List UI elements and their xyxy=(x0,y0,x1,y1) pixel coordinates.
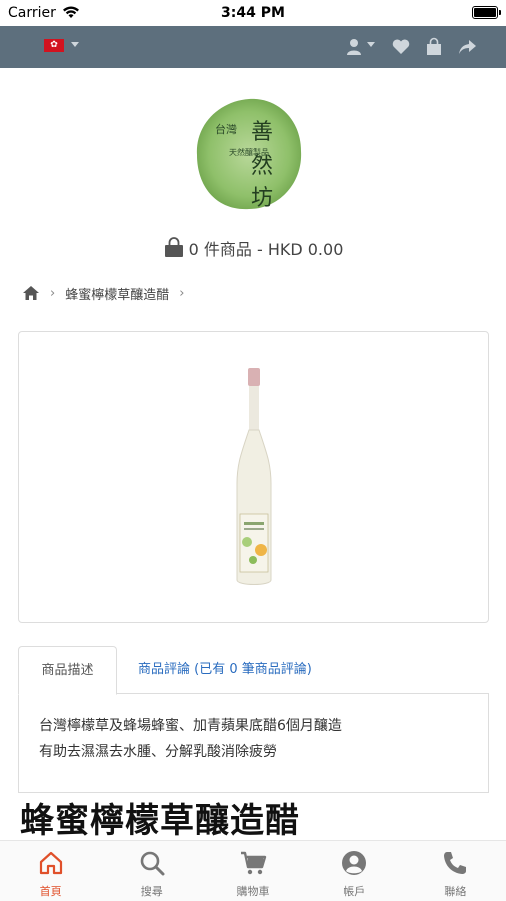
nav-contact[interactable]: 聯絡 xyxy=(405,841,506,901)
home-icon xyxy=(39,851,62,875)
clock: 3:44 PM xyxy=(221,5,285,21)
shopping-bag-icon xyxy=(164,237,183,257)
hk-flag-icon[interactable]: ✿ xyxy=(44,39,64,52)
tab-description[interactable]: 商品描述 xyxy=(18,646,117,695)
product-title: 蜂蜜檸檬草釀造醋 xyxy=(20,801,300,841)
status-bar: Carrier 3:44 PM xyxy=(0,0,506,26)
nav-label: 首頁 xyxy=(39,885,62,898)
top-navigation-bar: ✿ xyxy=(0,26,506,68)
user-icon[interactable] xyxy=(344,37,364,57)
description-line: 有助去濕濕去水腫、分解乳酸消除疲勞 xyxy=(39,744,277,760)
nav-label: 帳戶 xyxy=(343,885,366,898)
battery-icon xyxy=(472,6,501,19)
logo-badge-text: 台灣 xyxy=(215,122,237,136)
bottom-navigation: 首頁 搜尋 購物車 帳戶 聯絡 xyxy=(0,840,506,901)
cart-summary[interactable]: 0 件商品 - HKD 0.00 xyxy=(0,236,506,260)
logo-text-top: 善 xyxy=(251,120,273,145)
product-image-frame[interactable] xyxy=(18,331,489,623)
shopping-bag-icon[interactable] xyxy=(424,37,444,57)
tab-reviews[interactable]: 商品評論 (已有 0 筆商品評論) xyxy=(138,646,312,693)
store-logo[interactable]: 台灣 善 然 坊 天然釀製品 xyxy=(193,95,305,213)
product-tabs: 商品描述 商品評論 (已有 0 筆商品評論) xyxy=(18,646,489,695)
chevron-right-icon: › xyxy=(179,285,185,301)
logo-text-mid: 然 xyxy=(251,154,273,179)
cart-summary-text: 0 件商品 - HKD 0.00 xyxy=(188,240,344,259)
chevron-down-icon[interactable] xyxy=(367,42,375,47)
description-panel: 台灣檸檬草及蜂場蜂蜜、加青蘋果底醋6個月釀造 有助去濕濕去水腫、分解乳酸消除疲勞 xyxy=(18,693,489,793)
heart-icon[interactable] xyxy=(391,37,411,57)
share-icon[interactable] xyxy=(457,37,477,57)
nav-label: 搜尋 xyxy=(140,885,163,898)
breadcrumb-current[interactable]: 蜂蜜檸檬草釀造醋 xyxy=(65,284,169,303)
logo-sub-text: 天然釀製品 xyxy=(229,147,269,157)
logo-text-bottom: 坊 xyxy=(251,186,273,211)
nav-search[interactable]: 搜尋 xyxy=(101,841,202,901)
description-line: 台灣檸檬草及蜂場蜂蜜、加青蘋果底醋6個月釀造 xyxy=(39,718,342,734)
nav-label: 聯絡 xyxy=(444,885,467,898)
home-icon[interactable] xyxy=(22,285,40,301)
chevron-right-icon: › xyxy=(50,285,56,301)
nav-cart[interactable]: 購物車 xyxy=(202,841,303,901)
cart-icon xyxy=(241,851,267,875)
nav-account[interactable]: 帳戶 xyxy=(304,841,405,901)
breadcrumb: › 蜂蜜檸檬草釀造醋 › xyxy=(22,282,194,304)
chevron-down-icon[interactable] xyxy=(71,42,79,47)
nav-home[interactable]: 首頁 xyxy=(0,841,101,901)
nav-label: 購物車 xyxy=(236,885,270,898)
search-icon xyxy=(140,851,165,876)
product-bottle-image xyxy=(236,368,272,585)
account-icon xyxy=(342,851,367,875)
phone-icon xyxy=(444,852,467,874)
